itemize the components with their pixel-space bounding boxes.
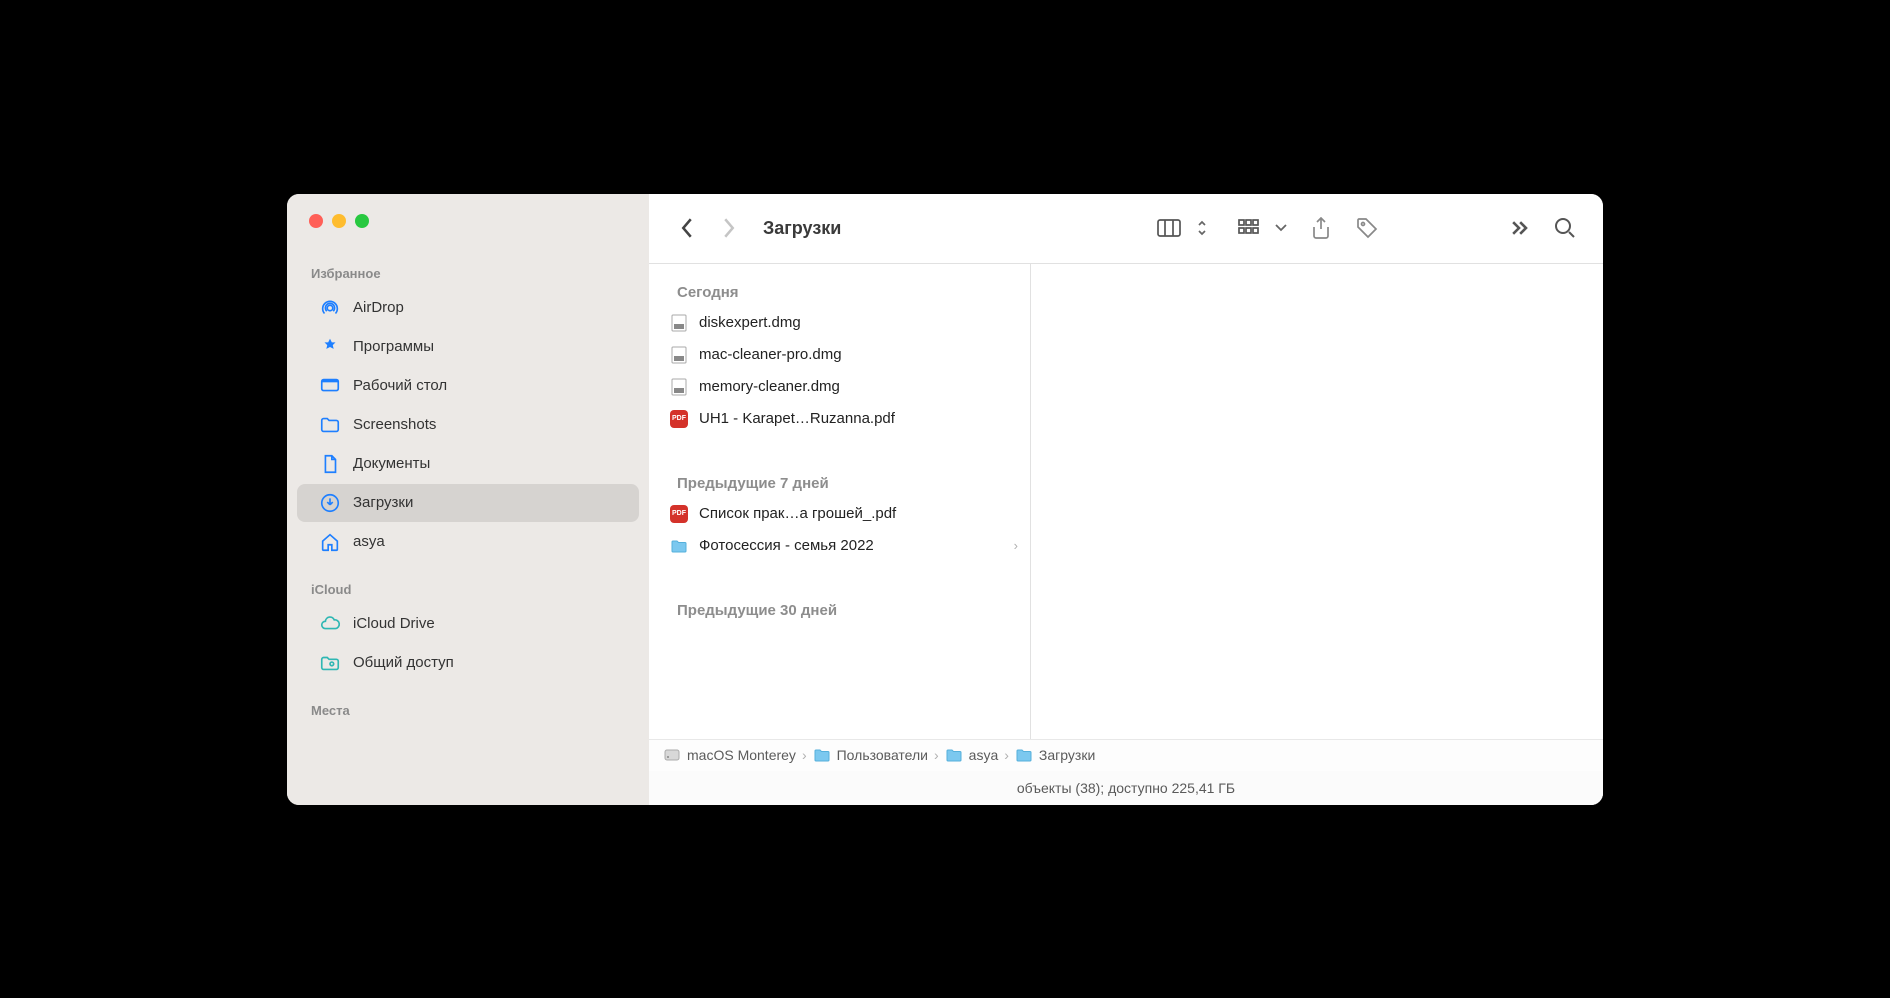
view-mode-control[interactable] bbox=[1143, 210, 1217, 246]
sidebar-item-applications[interactable]: Программы bbox=[297, 328, 639, 366]
sidebar-section-locations: Места bbox=[287, 693, 649, 722]
apps-icon bbox=[319, 336, 341, 358]
file-row[interactable]: PDF UH1 - Karapet…Ruzanna.pdf bbox=[649, 403, 1030, 435]
sidebar-item-shared[interactable]: Общий доступ bbox=[297, 644, 639, 682]
sidebar-item-label: Программы bbox=[353, 338, 434, 355]
file-row[interactable]: diskexpert.dmg bbox=[649, 307, 1030, 339]
sidebar-item-desktop[interactable]: Рабочий стол bbox=[297, 367, 639, 405]
path-label: macOS Monterey bbox=[687, 747, 796, 763]
sidebar-item-label: Общий доступ bbox=[353, 654, 454, 671]
share-button[interactable] bbox=[1301, 210, 1341, 246]
forward-button[interactable] bbox=[711, 210, 747, 246]
path-separator: › bbox=[802, 747, 807, 763]
sidebar-section-label: Места bbox=[287, 699, 649, 722]
path-segment[interactable]: asya bbox=[945, 746, 999, 764]
path-separator: › bbox=[1004, 747, 1009, 763]
home-icon bbox=[319, 531, 341, 553]
sidebar-item-label: Рабочий стол bbox=[353, 377, 447, 394]
shared-icon bbox=[319, 652, 341, 674]
path-segment[interactable]: Пользователи bbox=[813, 746, 928, 764]
desktop-icon bbox=[319, 375, 341, 397]
sidebar-section-label: iCloud bbox=[287, 578, 649, 601]
sidebar-item-label: Документы bbox=[353, 455, 430, 472]
file-name: memory-cleaner.dmg bbox=[699, 378, 1018, 395]
file-row[interactable]: Фотосессия - семья 2022 › bbox=[649, 530, 1030, 562]
sidebar-item-downloads[interactable]: Загрузки bbox=[297, 484, 639, 522]
sidebar-section-label: Избранное bbox=[287, 262, 649, 285]
path-segment[interactable]: macOS Monterey bbox=[663, 746, 796, 764]
group-by-button[interactable] bbox=[1223, 210, 1295, 246]
file-name: Список прак…а грошей_.pdf bbox=[699, 505, 1018, 522]
pdf-icon: PDF bbox=[669, 409, 689, 429]
dmg-icon bbox=[669, 313, 689, 333]
column-pane[interactable]: Сегодня diskexpert.dmg mac-cleaner-pro.d… bbox=[649, 264, 1031, 739]
pdf-icon: PDF bbox=[669, 504, 689, 524]
preview-pane bbox=[1031, 264, 1603, 739]
folder-icon bbox=[669, 536, 689, 556]
sidebar-section-icloud: iCloud iCloud Drive Общий доступ bbox=[287, 572, 649, 683]
sidebar-items: AirDrop Программы Рабочий стол Screensho… bbox=[287, 289, 649, 561]
window-title: Загрузки bbox=[763, 218, 841, 239]
sidebar-item-label: AirDrop bbox=[353, 299, 404, 316]
sidebar-item-label: iCloud Drive bbox=[353, 615, 435, 632]
path-label: Загрузки bbox=[1039, 747, 1095, 763]
overflow-button[interactable] bbox=[1499, 210, 1539, 246]
sidebar-section-favorites: Избранное AirDrop Программы Рабочий стол… bbox=[287, 256, 649, 562]
status-text: объекты (38); доступно 225,41 ГБ bbox=[1017, 780, 1235, 796]
dmg-icon bbox=[669, 377, 689, 397]
minimize-window-button[interactable] bbox=[332, 214, 346, 228]
search-button[interactable] bbox=[1545, 210, 1585, 246]
group-header: Сегодня bbox=[649, 274, 1030, 307]
toolbar: Загрузки bbox=[649, 194, 1603, 264]
file-row[interactable]: mac-cleaner-pro.dmg bbox=[649, 339, 1030, 371]
tags-button[interactable] bbox=[1347, 210, 1387, 246]
sidebar: Избранное AirDrop Программы Рабочий стол… bbox=[287, 194, 649, 805]
folder-icon bbox=[319, 414, 341, 436]
status-bar: объекты (38); доступно 225,41 ГБ bbox=[649, 771, 1603, 805]
file-name: UH1 - Karapet…Ruzanna.pdf bbox=[699, 410, 1018, 427]
sidebar-item-icloud[interactable]: iCloud Drive bbox=[297, 605, 639, 643]
grid-icon bbox=[1229, 210, 1269, 246]
back-button[interactable] bbox=[669, 210, 705, 246]
path-label: asya bbox=[969, 747, 999, 763]
file-row[interactable]: memory-cleaner.dmg bbox=[649, 371, 1030, 403]
sidebar-item-home[interactable]: asya bbox=[297, 523, 639, 561]
path-label: Пользователи bbox=[837, 747, 928, 763]
document-icon bbox=[319, 453, 341, 475]
chevron-right-icon: › bbox=[1014, 538, 1018, 553]
close-window-button[interactable] bbox=[309, 214, 323, 228]
sidebar-item-label: Screenshots bbox=[353, 416, 436, 433]
columns-view-icon bbox=[1149, 210, 1189, 246]
sidebar-item-screenshots[interactable]: Screenshots bbox=[297, 406, 639, 444]
cloud-icon bbox=[319, 613, 341, 635]
maximize-window-button[interactable] bbox=[355, 214, 369, 228]
file-name: diskexpert.dmg bbox=[699, 314, 1018, 331]
group-header: Предыдущие 7 дней bbox=[649, 465, 1030, 498]
content-area: Сегодня diskexpert.dmg mac-cleaner-pro.d… bbox=[649, 264, 1603, 739]
group-header: Предыдущие 30 дней bbox=[649, 592, 1030, 625]
sidebar-item-documents[interactable]: Документы bbox=[297, 445, 639, 483]
airdrop-icon bbox=[319, 297, 341, 319]
file-name: mac-cleaner-pro.dmg bbox=[699, 346, 1018, 363]
chevron-down-icon bbox=[1273, 210, 1289, 246]
path-bar: macOS Monterey › Пользователи › asya › З… bbox=[649, 739, 1603, 771]
dmg-icon bbox=[669, 345, 689, 365]
path-segment[interactable]: Загрузки bbox=[1015, 746, 1095, 764]
window-controls bbox=[287, 214, 649, 228]
sidebar-item-airdrop[interactable]: AirDrop bbox=[297, 289, 639, 327]
sidebar-item-label: asya bbox=[353, 533, 385, 550]
main-pane: Загрузки Сегодня diskexpert.dmg mac-clea… bbox=[649, 194, 1603, 805]
path-separator: › bbox=[934, 747, 939, 763]
download-icon bbox=[319, 492, 341, 514]
updown-icon bbox=[1193, 210, 1211, 246]
sidebar-item-label: Загрузки bbox=[353, 494, 413, 511]
file-name: Фотосессия - семья 2022 bbox=[699, 537, 1004, 554]
finder-window: Избранное AirDrop Программы Рабочий стол… bbox=[287, 194, 1603, 805]
sidebar-items: iCloud Drive Общий доступ bbox=[287, 605, 649, 682]
file-row[interactable]: PDF Список прак…а грошей_.pdf bbox=[649, 498, 1030, 530]
